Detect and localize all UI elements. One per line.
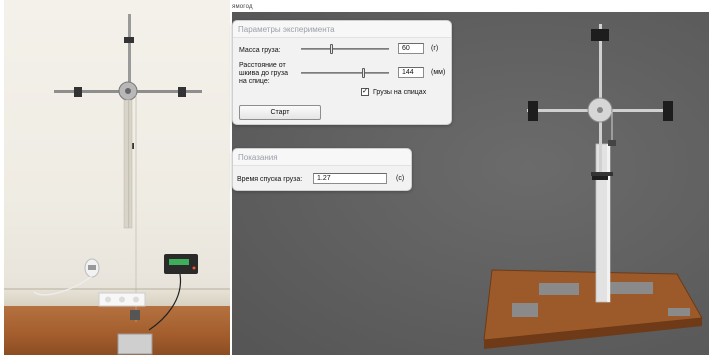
weights-on-spokes-label: Грузы на спицах bbox=[373, 89, 427, 96]
start-button[interactable]: Старт bbox=[239, 105, 321, 120]
photo-sensor-left-base bbox=[88, 265, 96, 270]
distance-input[interactable]: 144 bbox=[398, 67, 424, 78]
model-weight-left bbox=[528, 101, 538, 121]
photo-weight-top bbox=[124, 37, 134, 43]
parameters-panel-title: Параметры эксперимента bbox=[233, 21, 451, 38]
photo-falling-weight bbox=[130, 310, 140, 320]
model-pulley-axle bbox=[597, 107, 603, 113]
photo-timer-led bbox=[192, 266, 196, 270]
distance-slider[interactable] bbox=[301, 68, 389, 78]
descent-time-unit: (с) bbox=[396, 175, 405, 182]
descent-time-label: Время спуска груза: bbox=[237, 176, 303, 183]
mass-slider-thumb[interactable] bbox=[330, 44, 333, 54]
photo-outlet-3 bbox=[133, 296, 139, 303]
distance-label-line1: Расстояние от bbox=[239, 62, 286, 69]
photo-cable-right bbox=[148, 273, 182, 331]
photo-stop-plate bbox=[117, 333, 153, 355]
model-base-plate-left bbox=[539, 283, 579, 295]
distance-label-line3: на спице: bbox=[239, 78, 270, 85]
photo-pulley-center bbox=[125, 88, 131, 94]
descent-time-field: 1.27 bbox=[313, 173, 387, 184]
photo-top-rod bbox=[128, 14, 131, 90]
photo-apparatus-drawing bbox=[33, 14, 202, 355]
model-base-plate-corner bbox=[668, 308, 690, 316]
app-window: ямогод Параметры эксперимента Масса груз… bbox=[0, 0, 709, 355]
distance-unit: (мм) bbox=[431, 69, 446, 76]
photo-weight-left bbox=[74, 87, 82, 97]
photo-column-scale bbox=[128, 100, 130, 228]
window-caption: ямогод bbox=[232, 4, 253, 10]
mass-label: Масса груза: bbox=[239, 47, 281, 54]
model-falling-weight bbox=[608, 140, 616, 146]
mass-unit: (г) bbox=[431, 45, 439, 52]
model-weight-top bbox=[591, 29, 609, 41]
readings-panel: Показания Время спуска груза: 1.27 (с) bbox=[232, 148, 412, 191]
distance-slider-track bbox=[301, 72, 389, 74]
readings-panel-title: Показания bbox=[233, 149, 411, 166]
model-weight-right bbox=[663, 101, 673, 121]
model-column-scale bbox=[607, 144, 610, 302]
mass-input[interactable]: 60 bbox=[398, 43, 424, 54]
model-base-plate-right bbox=[605, 282, 653, 294]
photo-weight-right bbox=[178, 87, 186, 97]
distance-slider-thumb[interactable] bbox=[362, 68, 365, 78]
weights-on-spokes-checkbox[interactable]: ✓ bbox=[361, 88, 369, 96]
parameters-panel: Параметры эксперимента Масса груза: 60 (… bbox=[232, 20, 452, 125]
apparatus-photo bbox=[4, 0, 230, 355]
model-base-plate-front bbox=[512, 303, 538, 317]
distance-label-line2: шкива до груза bbox=[239, 70, 288, 77]
photo-outlet-1 bbox=[105, 296, 111, 303]
photo-timer-display bbox=[169, 259, 189, 265]
mass-slider[interactable] bbox=[301, 44, 389, 54]
photo-cable-left bbox=[33, 275, 93, 296]
mass-slider-track bbox=[301, 48, 389, 50]
model-sensor-bracket bbox=[591, 172, 613, 176]
model-lower-rod bbox=[599, 116, 602, 176]
photo-outlet-2 bbox=[119, 296, 125, 303]
